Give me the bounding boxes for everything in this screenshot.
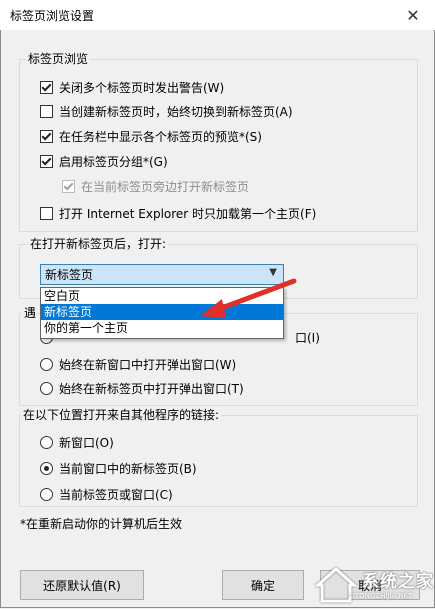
- new-tab-legend: 在打开新标签页后，打开:: [30, 237, 167, 251]
- radio-label: 新窗口(O): [59, 436, 114, 450]
- popup-new-tab-radio[interactable]: 始终在新标签页中打开弹出窗口(T): [40, 380, 244, 397]
- restart-note: *在重新启动你的计算机后生效: [20, 517, 183, 531]
- radio-label: 当前标签页或窗口(C): [59, 488, 173, 502]
- load-first-home-page-checkbox[interactable]: 打开 Internet Explorer 时只加载第一个主页(F): [40, 205, 316, 222]
- watermark-subtext: XITONGZHIJIA.NET: [348, 592, 413, 600]
- title-bar: 标签页浏览设置 ✕: [0, 0, 435, 30]
- radio-label: 始终在新标签页中打开弹出窗口(T): [59, 382, 244, 396]
- radio-circle[interactable]: [40, 488, 53, 501]
- checkbox-label: 在任务栏中显示各个标签页的预览*(S): [59, 130, 262, 144]
- link-new-window-radio[interactable]: 新窗口(O): [40, 434, 114, 451]
- tab-grouping-checkbox[interactable]: 启用标签页分组*(G): [40, 153, 168, 170]
- checkbox-label: 当创建新标签页时，始终切换到新标签页(A): [59, 105, 293, 119]
- radio-circle[interactable]: [40, 436, 53, 449]
- switch-to-new-tab-checkbox[interactable]: 当创建新标签页时，始终切换到新标签页(A): [40, 103, 293, 120]
- tab-browsing-legend: 标签页浏览: [28, 52, 89, 66]
- radio-label: 始终在新窗口中打开弹出窗口(W): [59, 358, 237, 372]
- checkbox-label: 关闭多个标签页时发出警告(W): [59, 81, 225, 95]
- checkbox-label: 启用标签页分组*(G): [59, 155, 168, 169]
- new-tab-dropdown-list: 空白页 新标签页 你的第一个主页: [40, 287, 284, 339]
- window-title: 标签页浏览设置: [10, 9, 95, 23]
- checkbox-label: 打开 Internet Explorer 时只加载第一个主页(F): [59, 207, 317, 221]
- link-new-tab-radio[interactable]: 当前窗口中的新标签页(B): [40, 460, 197, 477]
- checkbox-box[interactable]: [40, 130, 53, 143]
- radio-circle[interactable]: [40, 382, 53, 395]
- radio-circle[interactable]: [40, 358, 53, 371]
- close-icon[interactable]: ✕: [391, 0, 435, 30]
- popups-legend: 遇: [24, 306, 37, 320]
- watermark-logo: 系统之家 XITONGZHIJIA.NET: [300, 565, 435, 609]
- ok-button[interactable]: 确定: [222, 570, 304, 600]
- watermark-text: 系统之家: [362, 572, 434, 592]
- link-current-tab-radio[interactable]: 当前标签页或窗口(C): [40, 486, 173, 503]
- new-tab-select[interactable]: 新标签页 ▼: [40, 264, 284, 285]
- open-next-to-current-checkbox: 在当前标签页旁边打开新标签页: [62, 178, 249, 195]
- checkbox-box: [62, 180, 75, 193]
- checkbox-box[interactable]: [40, 155, 53, 168]
- radio-label: 当前窗口中的新标签页(B): [59, 462, 197, 476]
- popup-new-window-radio[interactable]: 始终在新窗口中打开弹出窗口(W): [40, 356, 236, 373]
- radio-label: 口(I): [295, 331, 320, 345]
- checkbox-box[interactable]: [40, 81, 53, 94]
- checkbox-box[interactable]: [40, 207, 53, 220]
- select-value: 新标签页: [45, 268, 94, 282]
- close-multiple-tabs-warning-checkbox[interactable]: 关闭多个标签页时发出警告(W): [40, 79, 224, 96]
- checkbox-label: 在当前标签页旁边打开新标签页: [81, 180, 250, 194]
- taskbar-preview-checkbox[interactable]: 在任务栏中显示各个标签页的预览*(S): [40, 128, 262, 145]
- restore-defaults-button[interactable]: 还原默认值(R): [20, 570, 144, 600]
- dropdown-option-blank[interactable]: 空白页: [41, 288, 283, 304]
- checkbox-box[interactable]: [40, 105, 53, 118]
- links-legend: 在以下位置打开来自其他程序的链接:: [23, 408, 220, 422]
- radio-circle[interactable]: [40, 462, 53, 475]
- dropdown-option-first-home-page[interactable]: 你的第一个主页: [41, 320, 283, 336]
- dropdown-option-new-tab[interactable]: 新标签页: [41, 304, 283, 320]
- chevron-down-icon[interactable]: ▼: [269, 267, 277, 278]
